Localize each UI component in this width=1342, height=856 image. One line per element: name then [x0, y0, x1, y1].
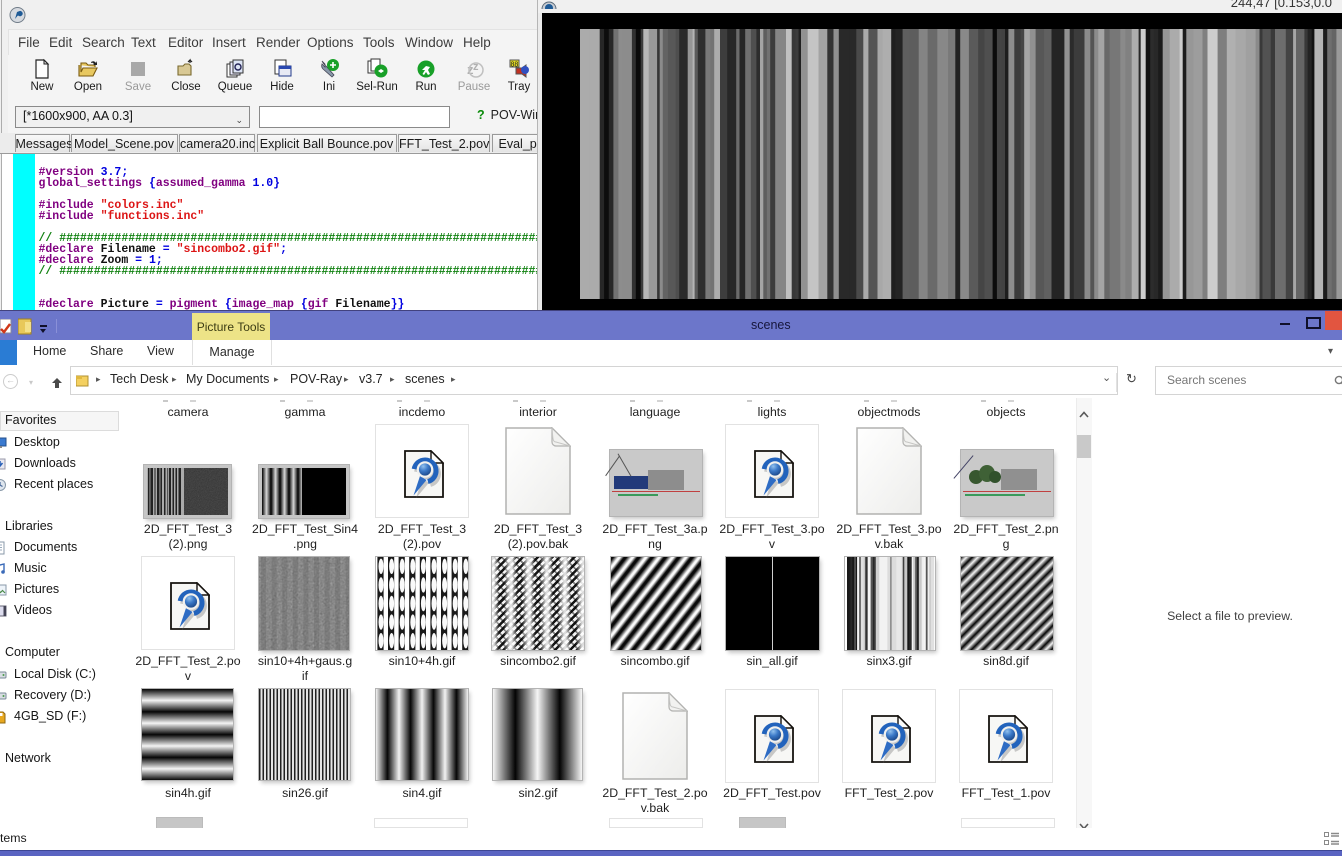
svg-text:88: 88 [511, 62, 519, 69]
